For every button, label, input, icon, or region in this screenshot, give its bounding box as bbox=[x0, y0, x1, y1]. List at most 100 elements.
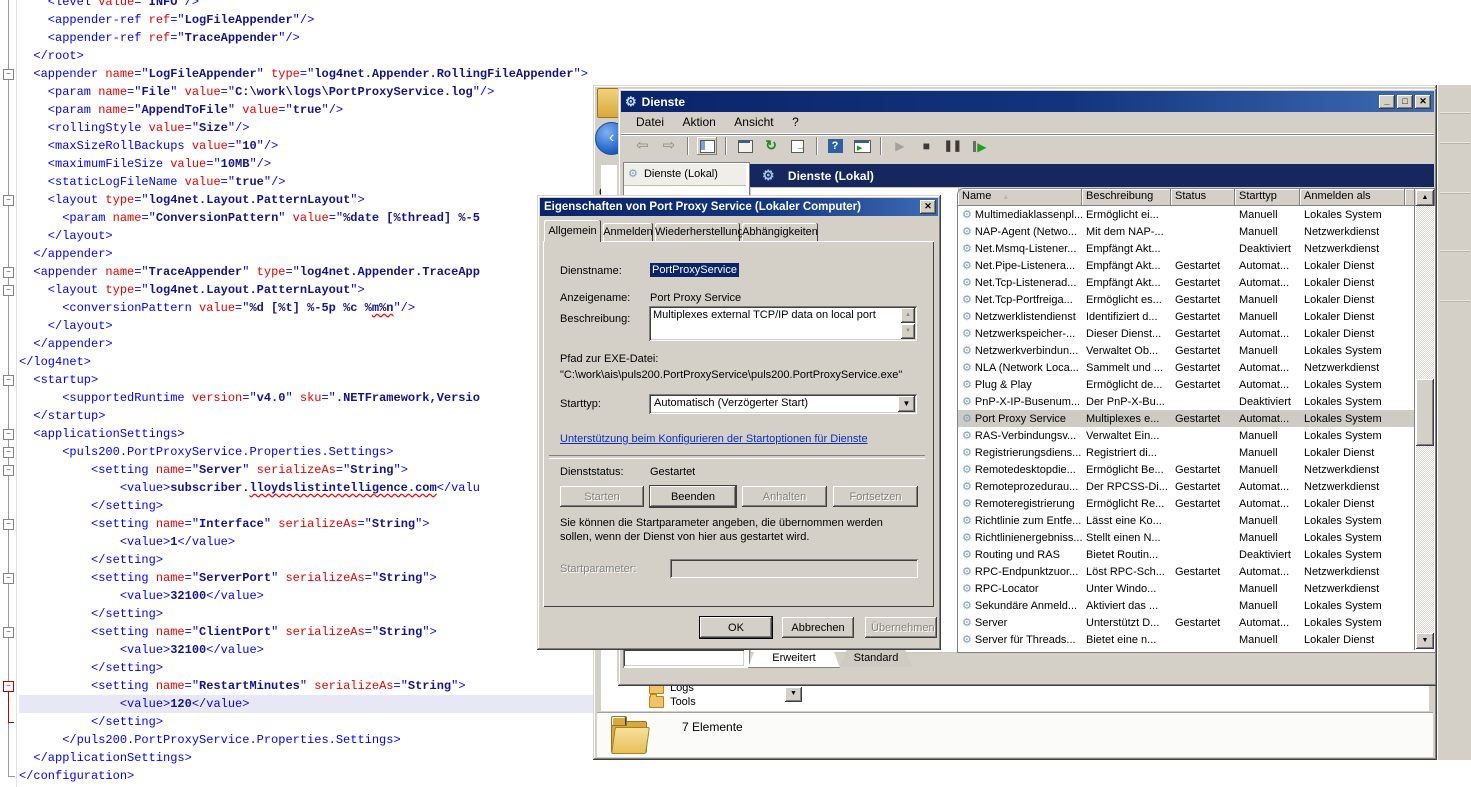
fold-toggle-icon[interactable]: − bbox=[3, 69, 14, 80]
service-row[interactable]: ⚙ Port Proxy ServiceMultiplexes e...Gest… bbox=[958, 410, 1414, 427]
uebernehmen-button[interactable]: Übernehmen bbox=[865, 617, 937, 638]
menu-aktion[interactable]: Aktion bbox=[675, 112, 722, 132]
fold-toggle-icon[interactable]: − bbox=[3, 285, 14, 296]
help-icon[interactable]: ? bbox=[826, 137, 846, 155]
service-row[interactable]: ⚙ RPC-Endpunktzuor...Löst RPC-Sch...Gest… bbox=[958, 563, 1414, 580]
code-line[interactable]: </setting> bbox=[19, 605, 595, 623]
code-line[interactable]: <setting name="RestartMinutes" serialize… bbox=[19, 677, 595, 695]
code-line[interactable]: <startup> bbox=[19, 371, 595, 389]
code-text[interactable]: <level value="INFO"/> <appender-ref ref=… bbox=[19, 0, 595, 785]
code-line[interactable]: </layout> bbox=[19, 317, 595, 335]
menu-help[interactable]: ? bbox=[785, 112, 806, 132]
column-header-anmelden[interactable]: Anmelden als bbox=[1300, 189, 1405, 206]
service-row[interactable]: ⚙ Multimediaklassenpl...Ermöglicht ei...… bbox=[958, 206, 1414, 223]
code-line[interactable]: </setting> bbox=[19, 713, 595, 731]
code-line[interactable]: <appender-ref ref="TraceAppender"/> bbox=[19, 29, 595, 47]
scroll-up-icon[interactable]: ▲ bbox=[901, 308, 915, 323]
abbrechen-button[interactable]: Abbrechen bbox=[782, 617, 854, 638]
forward-icon[interactable]: ⇨ bbox=[659, 137, 679, 155]
code-line[interactable]: </setting> bbox=[19, 497, 595, 515]
code-line[interactable]: <param name="File" value="C:\work\logs\P… bbox=[19, 83, 595, 101]
anhalten-button[interactable]: Anhalten bbox=[742, 486, 827, 507]
service-row[interactable]: ⚙ NLA (Network Loca...Sammelt und ...Ges… bbox=[958, 359, 1414, 376]
column-header-beschreibung[interactable]: Beschreibung bbox=[1082, 189, 1171, 206]
code-line[interactable]: <param name="AppendToFile" value="true"/… bbox=[19, 101, 595, 119]
extended-view-icon[interactable]: ▶ bbox=[852, 137, 872, 155]
code-line[interactable]: <value>120</value> bbox=[19, 695, 595, 713]
service-row[interactable]: ⚙ NetzwerklistendienstIdentifiziert d...… bbox=[958, 308, 1414, 325]
code-line[interactable]: <supportedRuntime version="v4.0" sku=".N… bbox=[19, 389, 595, 407]
fold-toggle-icon[interactable]: − bbox=[3, 195, 14, 206]
tab-standard[interactable]: Standard bbox=[840, 649, 912, 667]
code-line[interactable]: <setting name="ServerPort" serializeAs="… bbox=[19, 569, 595, 587]
service-row[interactable]: ⚙ RemoteregistrierungErmöglicht Re...Ges… bbox=[958, 495, 1414, 512]
code-line[interactable]: <appender name="LogFileAppender" type="l… bbox=[19, 65, 595, 83]
code-line[interactable]: <applicationSettings> bbox=[19, 425, 595, 443]
code-line[interactable]: <layout type="log4net.Layout.PatternLayo… bbox=[19, 191, 595, 209]
code-line[interactable]: <maxSizeRollBackups value="10"/> bbox=[19, 137, 595, 155]
fold-toggle-icon[interactable]: − bbox=[3, 267, 14, 278]
console-tree-root-tab[interactable]: ⚙ Dienste (Lokal) bbox=[624, 164, 746, 186]
services-scrollbar[interactable]: ▲ ▼ bbox=[1414, 189, 1435, 650]
starten-button[interactable]: Starten bbox=[560, 486, 644, 507]
scrollbar-thumb[interactable] bbox=[1416, 379, 1434, 446]
dialog-close-icon[interactable]: ✕ bbox=[920, 200, 936, 214]
code-line[interactable]: </appender> bbox=[19, 335, 595, 353]
scroll-up-icon[interactable]: ▲ bbox=[1416, 190, 1434, 206]
code-line[interactable]: <setting name="ClientPort" serializeAs="… bbox=[19, 623, 595, 641]
code-line[interactable]: <value>1</value> bbox=[19, 533, 595, 551]
service-row[interactable]: ⚙ RAS-Verbindungsv...Verwaltet Ein...Man… bbox=[958, 427, 1414, 444]
export-list-icon[interactable]: → bbox=[788, 137, 808, 155]
pause-service-icon[interactable]: ❚❚ bbox=[943, 137, 963, 155]
code-line[interactable]: <value>subscriber.lloydslistintelligence… bbox=[19, 479, 595, 497]
maximize-button[interactable]: □ bbox=[1397, 95, 1413, 109]
service-row[interactable]: ⚙ Plug & PlayErmöglicht de...GestartetAu… bbox=[958, 376, 1414, 393]
column-header-name[interactable]: Name ▲ bbox=[958, 189, 1082, 206]
service-row[interactable]: ⚙ Net.Pipe-Listenera...Empfängt Akt...Ge… bbox=[958, 257, 1414, 274]
code-line[interactable]: <maximumFileSize value="10MB"/> bbox=[19, 155, 595, 173]
dienstname-value[interactable]: PortProxyService bbox=[650, 263, 739, 277]
service-row[interactable]: ⚙ Net.Tcp-Portfreiga...Ermöglicht es...G… bbox=[958, 291, 1414, 308]
code-line[interactable]: </applicationSettings> bbox=[19, 749, 595, 767]
code-line[interactable]: </startup> bbox=[19, 407, 595, 425]
dropdown-arrow-button[interactable]: ▼ bbox=[785, 687, 802, 702]
dialog-titlebar[interactable]: Eigenschaften von Port Proxy Service (Lo… bbox=[540, 198, 938, 216]
service-row[interactable]: ⚙ Remotedesktopdie...Ermöglicht Be...Ges… bbox=[958, 461, 1414, 478]
fold-toggle-icon[interactable]: − bbox=[3, 429, 14, 440]
services-titlebar[interactable]: ⚙ Dienste _ □ ✕ bbox=[621, 91, 1434, 112]
code-line[interactable]: <appender name="TraceAppender" type="log… bbox=[19, 263, 595, 281]
code-line[interactable]: </appender> bbox=[19, 245, 595, 263]
code-line[interactable]: <rollingStyle value="Size"/> bbox=[19, 119, 595, 137]
starttyp-combobox[interactable]: Automatisch (Verzögerter Start) ▼ bbox=[649, 394, 917, 414]
back-icon[interactable]: ⇦ bbox=[632, 137, 652, 155]
service-row[interactable]: ⚙ Registrierungsdiens...Registriert di..… bbox=[958, 444, 1414, 461]
beschreibung-textbox[interactable]: Multiplexes external TCP/IP data on loca… bbox=[649, 306, 917, 341]
startoptions-help-link[interactable]: Unterstützung beim Konfigurieren der Sta… bbox=[560, 433, 868, 445]
scroll-down-icon[interactable]: ▼ bbox=[1416, 633, 1434, 649]
combo-dropdown-icon[interactable]: ▼ bbox=[898, 396, 915, 412]
restart-service-icon[interactable]: ▶ bbox=[969, 137, 989, 155]
service-row[interactable]: ⚙ Remoteprozedurau...Der RPCSS-Di...Gest… bbox=[958, 478, 1414, 495]
menu-ansicht[interactable]: Ansicht bbox=[727, 112, 780, 132]
code-line[interactable]: <level value="INFO"/> bbox=[19, 0, 595, 11]
scroll-down-icon[interactable]: ▼ bbox=[901, 324, 915, 339]
column-header-starttyp[interactable]: Starttyp bbox=[1235, 189, 1300, 206]
beenden-button[interactable]: Beenden bbox=[650, 486, 736, 507]
tab-abhaengigkeiten[interactable]: Abhängigkeiten bbox=[742, 223, 818, 242]
startparameter-input[interactable] bbox=[670, 559, 918, 578]
code-line[interactable]: <value>32100</value> bbox=[19, 641, 595, 659]
fold-toggle-icon[interactable]: − bbox=[3, 447, 14, 458]
service-row[interactable]: ⚙ PnP-X-IP-Busenum...Der PnP-X-Bu...Deak… bbox=[958, 393, 1414, 410]
tab-allgemein[interactable]: Allgemein bbox=[544, 220, 601, 242]
service-row[interactable]: ⚙ Netzwerkspeicher-...Dieser Dienst...Ge… bbox=[958, 325, 1414, 342]
service-row[interactable]: ⚙ Net.Tcp-Listenerad...Empfängt Akt...Ge… bbox=[958, 274, 1414, 291]
start-service-icon[interactable]: ▶ bbox=[890, 137, 910, 155]
service-row[interactable]: ⚙ Netzwerkverbindun...Verwaltet Ob...Ges… bbox=[958, 342, 1414, 359]
service-row[interactable]: ⚙ NAP-Agent (Netwo...Mit dem NAP-...Manu… bbox=[958, 223, 1414, 240]
service-row[interactable]: ⚙ Richtlinie zum Entfe...Lässt eine Ko..… bbox=[958, 512, 1414, 529]
code-line[interactable]: <appender-ref ref="LogFileAppender"/> bbox=[19, 11, 595, 29]
stop-service-icon[interactable]: ■ bbox=[916, 137, 936, 155]
code-line[interactable]: </configuration> bbox=[19, 767, 595, 785]
fold-toggle-icon[interactable]: − bbox=[3, 573, 14, 584]
code-line[interactable]: </layout> bbox=[19, 227, 595, 245]
